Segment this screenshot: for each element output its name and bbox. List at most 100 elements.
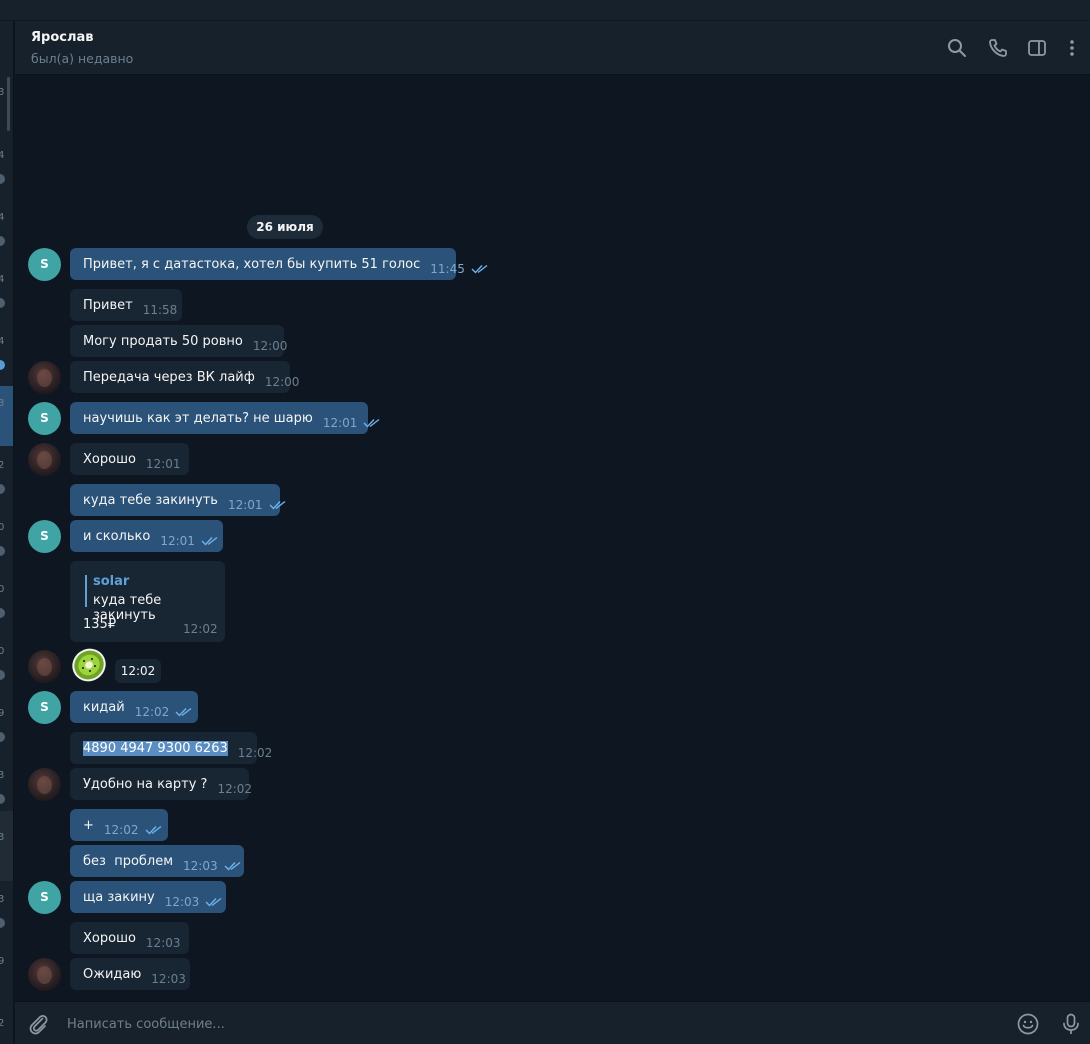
chat-list-fragment: 0 bbox=[0, 646, 4, 657]
double-check-icon bbox=[471, 264, 488, 274]
message-text: и сколько bbox=[83, 529, 151, 544]
unread-dot bbox=[0, 546, 5, 556]
message-bubble[interactable]: Передача через ВК лайф 12:00 bbox=[70, 361, 299, 393]
message-time: 12:01 bbox=[160, 534, 195, 548]
avatar[interactable]: S bbox=[28, 248, 61, 281]
avatar[interactable] bbox=[28, 958, 61, 991]
contact-name[interactable]: Ярослав bbox=[31, 30, 93, 45]
chat-list-fragment: 3 bbox=[0, 894, 4, 905]
unread-dot bbox=[0, 174, 5, 184]
unread-dot bbox=[0, 608, 5, 618]
message-text: Привет, я с датастока, хотел бы купить 5… bbox=[83, 257, 421, 272]
unread-dot bbox=[0, 670, 5, 680]
kiwi-sticker[interactable] bbox=[70, 646, 108, 684]
message-time: 12:03 bbox=[164, 895, 200, 909]
message-bubble[interactable]: Могу продать 50 ровно 12:00 bbox=[70, 325, 287, 357]
message-text: без проблем bbox=[83, 854, 174, 869]
message-time: 11:45 bbox=[430, 262, 465, 276]
message-bubble[interactable]: +12:02 bbox=[70, 809, 168, 841]
message-bubble[interactable]: научишь как эт делать? не шарю 12:01 bbox=[70, 402, 380, 434]
message-time: 12:01 bbox=[145, 457, 181, 471]
avatar[interactable] bbox=[28, 768, 61, 801]
double-check-icon bbox=[363, 418, 380, 428]
message-text: Хорошо bbox=[83, 452, 136, 467]
avatar[interactable] bbox=[28, 650, 61, 683]
chat-list-item[interactable] bbox=[0, 811, 13, 881]
avatar[interactable]: S bbox=[28, 520, 61, 553]
message-input[interactable]: Написать сообщение... bbox=[67, 1017, 225, 1032]
message-bubble[interactable]: Привет, я с датастока, хотел бы купить 5… bbox=[70, 248, 488, 280]
double-check-icon bbox=[205, 897, 222, 907]
message-time: 12:02 bbox=[217, 782, 253, 796]
avatar[interactable] bbox=[28, 443, 61, 476]
message-time: 12:02 bbox=[115, 659, 161, 683]
message-bubble[interactable]: и сколько 12:01 bbox=[70, 520, 223, 552]
message-time: 12:01 bbox=[227, 498, 263, 512]
sidebar-toggle-icon[interactable] bbox=[1026, 37, 1048, 59]
message-bubble[interactable]: Привет 11:58 bbox=[70, 289, 182, 321]
message-text[interactable]: 4890 4947 9300 6263 bbox=[83, 741, 228, 756]
message-text: Удобно на карту ? bbox=[83, 777, 208, 792]
unread-dot bbox=[0, 298, 5, 308]
microphone-icon[interactable] bbox=[1059, 1012, 1083, 1036]
avatar[interactable]: S bbox=[28, 881, 61, 914]
message-bubble[interactable]: Ожидаю 12:03 bbox=[70, 958, 190, 990]
message-bubble[interactable]: куда тебе закинуть 12:01 bbox=[70, 484, 285, 516]
message-text: Хорошо bbox=[83, 931, 136, 946]
double-check-icon bbox=[145, 825, 161, 835]
chat-list-edge[interactable]: 3 4 4 4 4 3 2 0 0 0 9 3 3 3 9 2 bbox=[0, 21, 14, 1044]
message-text: Передача через ВК лайф bbox=[83, 370, 255, 385]
more-vertical-icon[interactable] bbox=[1061, 37, 1083, 59]
phone-icon[interactable] bbox=[987, 37, 1009, 59]
chat-list-fragment: 9 bbox=[0, 708, 4, 719]
message-bubble[interactable]: 4890 4947 9300 6263 12:02 bbox=[70, 732, 272, 764]
message-time: 12:03 bbox=[151, 972, 186, 986]
chat-list-fragment: 4 bbox=[0, 274, 4, 285]
chat-list-fragment: 3 bbox=[0, 832, 4, 843]
message-bubble[interactable]: кидай 12:02 bbox=[70, 691, 198, 723]
search-icon[interactable] bbox=[946, 37, 968, 59]
chat-list-fragment: 0 bbox=[0, 522, 4, 533]
message-text: Могу продать 50 ровно bbox=[83, 334, 243, 349]
chat-list-fragment: 4 bbox=[0, 212, 4, 223]
unread-dot bbox=[0, 918, 5, 928]
message-time: 11:58 bbox=[142, 303, 178, 317]
avatar[interactable]: S bbox=[28, 691, 61, 724]
unread-dot bbox=[0, 360, 5, 370]
emoji-icon[interactable] bbox=[1016, 1012, 1040, 1036]
message-bubble[interactable]: Хорошо 12:01 bbox=[70, 443, 189, 475]
message-bubble[interactable]: Хорошо 12:03 bbox=[70, 922, 189, 954]
chat-list-fragment: 0 bbox=[0, 584, 4, 595]
chat-list-fragment: 4 bbox=[0, 150, 4, 161]
contact-status: был(а) недавно bbox=[31, 51, 134, 66]
message-composer: Написать сообщение... bbox=[15, 1001, 1090, 1044]
chat-list-scrollbar[interactable] bbox=[7, 77, 10, 131]
avatar[interactable] bbox=[28, 361, 61, 394]
reply-author[interactable]: solar bbox=[93, 574, 129, 589]
message-time: 12:01 bbox=[322, 416, 358, 430]
message-time: 12:02 bbox=[237, 746, 273, 760]
chat-list-fragment: 2 bbox=[0, 460, 4, 471]
message-list[interactable]: 26 июля S Привет, я с датастока, хотел б… bbox=[15, 76, 1090, 1000]
double-check-icon bbox=[175, 707, 192, 717]
chat-list-fragment: 3 bbox=[0, 398, 4, 409]
chat-header: Ярослав был(а) недавно bbox=[15, 21, 1090, 75]
chat-list-fragment: 4 bbox=[0, 336, 4, 347]
message-text: ща закину bbox=[83, 890, 155, 905]
message-text: научишь как эт делать? не шарю bbox=[83, 411, 313, 426]
attach-icon[interactable] bbox=[26, 1012, 50, 1036]
reply-message-bubble[interactable]: solar куда тебе закинуть 135₽ 12:02 bbox=[70, 561, 225, 642]
message-time: 12:00 bbox=[252, 339, 288, 353]
message-text: Ожидаю bbox=[83, 967, 142, 982]
reply-quote-bar bbox=[85, 575, 87, 607]
message-bubble[interactable]: ща закину 12:03 bbox=[70, 881, 226, 913]
message-bubble[interactable]: Удобно на карту ? 12:02 bbox=[70, 768, 253, 800]
message-text: 135₽ bbox=[83, 617, 117, 632]
message-bubble[interactable]: без проблем 12:03 bbox=[70, 845, 244, 877]
avatar[interactable]: S bbox=[28, 402, 61, 435]
message-text: Привет bbox=[83, 298, 133, 313]
message-text: + bbox=[83, 818, 94, 833]
message-time: 12:02 bbox=[183, 622, 218, 636]
chat-list-selected-item[interactable] bbox=[0, 386, 13, 446]
unread-dot bbox=[0, 484, 5, 494]
